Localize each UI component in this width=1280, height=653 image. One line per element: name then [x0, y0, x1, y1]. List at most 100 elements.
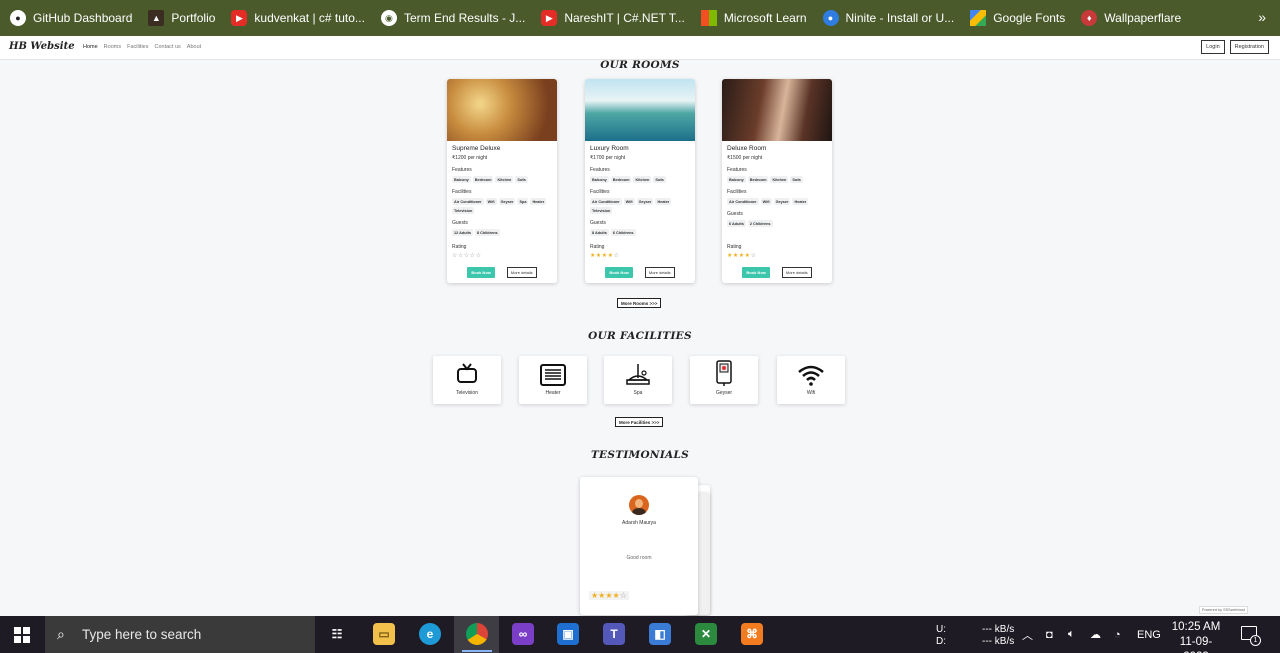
login-button[interactable]: Login [1201, 40, 1225, 54]
guest-chip: 8 Adults [590, 229, 609, 236]
chevron-up-icon[interactable]: ︿ [1022, 616, 1033, 653]
meet-now-icon[interactable]: ◘ [1046, 616, 1053, 653]
notification-count: 1 [1250, 635, 1261, 646]
room-image [585, 79, 695, 141]
guest-chip: 2 Childrens [747, 220, 773, 227]
facility-label: Spa [633, 390, 643, 396]
more-rooms-button[interactable]: More Rooms >>> [617, 298, 662, 308]
feature-chip: Bedroom [472, 176, 494, 183]
bookmark-portfolio[interactable]: ▲ Portfolio [148, 10, 215, 26]
nav-home[interactable]: Home [83, 44, 98, 50]
language-indicator[interactable]: ENG [1137, 616, 1161, 653]
facility-chip: Heater [530, 198, 547, 205]
feature-chip: Balcony [590, 176, 609, 183]
features-label: Features [452, 167, 472, 173]
book-now-button[interactable]: Book Now [605, 267, 633, 278]
rooms-section-title: OUR ROOMS [600, 59, 680, 71]
bookmark-github[interactable]: ● GitHub Dashboard [10, 10, 132, 26]
nav-facilities[interactable]: Facilities [127, 44, 148, 50]
nav-contact[interactable]: Contact us [155, 44, 181, 50]
clock[interactable]: 10:25 AM11-09-2023 [1170, 620, 1222, 653]
guest-chip: 6 Childrens [610, 229, 636, 236]
network-speed-labels: U: D: [936, 624, 946, 647]
guest-chip: 6 Adults [727, 220, 746, 227]
bookmark-term-end[interactable]: ◉ Term End Results - J... [380, 10, 525, 26]
room-name: Luxury Room [590, 145, 629, 152]
chrome-icon[interactable] [466, 623, 488, 645]
facility-chip: Wifi [485, 198, 497, 205]
facilities-section-title: OUR FACILITIES [588, 330, 692, 342]
remote-desktop-icon[interactable]: ◧ [649, 623, 671, 645]
more-details-button[interactable]: More details [644, 267, 675, 278]
bookmark-kudvenkat[interactable]: ▶ kudvenkat | c# tuto... [231, 10, 365, 26]
nav-rooms[interactable]: Rooms [104, 44, 121, 50]
facility-label: Television [456, 390, 478, 396]
site-brand[interactable]: HB Website [9, 41, 75, 52]
windows-start-button[interactable] [14, 627, 30, 643]
bookmark-nareshit[interactable]: ▶ NareshIT | C#.NET T... [541, 10, 685, 26]
facilities-list: Air Conditioner Wifi Geyser Spa Heater T… [452, 198, 552, 214]
task-view-icon[interactable]: ☷ [326, 623, 348, 645]
guests-list: 6 Adults 2 Childrens [727, 220, 827, 227]
testimonial-author: Adarsh Maurya [622, 520, 656, 526]
room-name: Supreme Deluxe [452, 145, 501, 152]
sync-tool-icon[interactable]: ✕ [695, 623, 717, 645]
nav-links: Home Rooms Facilities Contact us About [83, 44, 201, 50]
search-icon: ⌕ [57, 626, 65, 642]
powered-by-badge[interactable]: Powered by SSSwebhost [1199, 606, 1248, 614]
visual-studio-icon[interactable]: ∞ [512, 623, 534, 645]
guests-list: 12 Adults 8 Childrens [452, 229, 552, 236]
bookmarks-overflow-button[interactable]: » [1258, 9, 1266, 25]
ninite-icon: ● [822, 10, 839, 26]
bookmark-ninite[interactable]: ● Ninite - Install or U... [822, 10, 954, 26]
book-now-button[interactable]: Book Now [742, 267, 770, 278]
facility-chip: Heater [792, 198, 809, 205]
cloud-icon[interactable]: ☁ [1090, 616, 1101, 653]
facility-chip: Air Conditioner [452, 198, 484, 205]
xampp-icon[interactable]: ⌘ [741, 623, 763, 645]
network-speed-values: --- kB/s --- kB/s [982, 624, 1015, 647]
room-image [447, 79, 557, 141]
microsoft-icon [700, 10, 717, 26]
teams-icon[interactable]: T [603, 623, 625, 645]
feature-chip: Bedroom [610, 176, 632, 183]
facility-chip: Television [452, 207, 475, 214]
taskbar-search[interactable]: ⌕ Type here to search [45, 616, 315, 653]
bookmark-google-fonts[interactable]: Google Fonts [970, 10, 1065, 26]
spa-icon [604, 356, 672, 386]
volume-icon[interactable]: 🔈︎ [1068, 616, 1075, 653]
television-icon [433, 356, 501, 386]
edge-icon[interactable]: e [419, 623, 441, 645]
active-indicator [462, 650, 492, 652]
room-price: ₹1500 per night [727, 155, 763, 161]
feature-chip: Sofa [653, 176, 666, 183]
bookmark-wallpaperflare[interactable]: ♦ Wallpaperflare [1081, 10, 1181, 26]
youtube-icon: ▶ [231, 10, 248, 26]
facility-card: Spa [604, 356, 672, 404]
geyser-icon [690, 356, 758, 386]
facility-chip: Air Conditioner [590, 198, 622, 205]
person-icon: ▲ [148, 10, 165, 26]
book-now-button[interactable]: Book Now [467, 267, 495, 278]
room-name: Deluxe Room [727, 145, 767, 152]
register-button[interactable]: Registration [1229, 40, 1269, 54]
room-card: Supreme Deluxe ₹1200 per night Features … [447, 79, 557, 283]
feature-chip: Kitchen [770, 176, 789, 183]
nav-about[interactable]: About [187, 44, 201, 50]
facilities-list: Air Conditioner Wifi Geyser Heater [727, 198, 827, 205]
feature-chip: Sofa [790, 176, 803, 183]
more-facilities-button[interactable]: More Facilities >>> [615, 417, 664, 427]
facility-chip: Geyser [636, 198, 654, 205]
features-list: Balcony Bedroom Kitchen Sofa [590, 176, 690, 183]
more-details-button[interactable]: More details [781, 267, 812, 278]
search-placeholder: Type here to search [82, 627, 202, 642]
more-details-button[interactable]: More details [506, 267, 537, 278]
facility-card: Wifi [777, 356, 845, 404]
wifi-status-icon[interactable]: ◔ [1114, 616, 1121, 653]
star-filled-icon: ★ [605, 591, 613, 600]
file-explorer-icon[interactable]: ▭ [373, 623, 395, 645]
bookmark-ms-learn[interactable]: Microsoft Learn [700, 10, 807, 26]
facility-label: Wifi [806, 390, 816, 396]
store-icon[interactable]: ▣ [557, 623, 579, 645]
testimonial-text: Good room [626, 555, 652, 561]
